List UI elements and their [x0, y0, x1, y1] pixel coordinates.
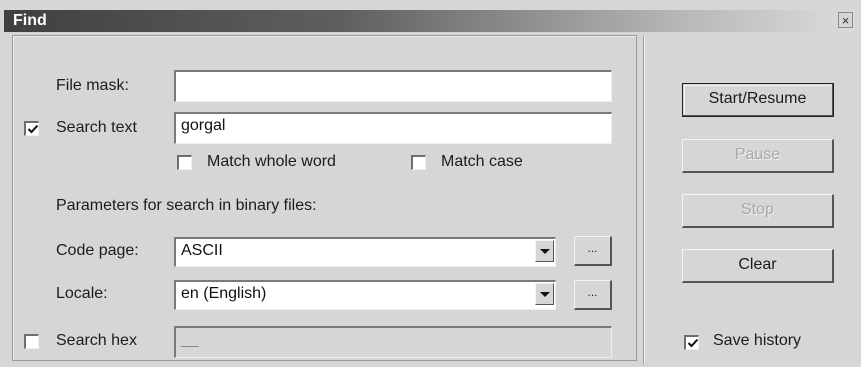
- close-icon: ×: [841, 13, 850, 28]
- code-page-browse-button[interactable]: ...: [574, 236, 612, 266]
- locale-browse-button[interactable]: ...: [574, 280, 612, 310]
- locale-label: Locale:: [56, 285, 108, 302]
- search-text-label: Search text: [56, 119, 137, 136]
- locale-value: en (English): [181, 285, 267, 302]
- code-page-dropdown-button[interactable]: [535, 240, 554, 262]
- save-history-label: Save history: [713, 332, 802, 349]
- search-hex-label: Search hex: [56, 332, 137, 349]
- save-history-checkbox[interactable]: [684, 335, 699, 350]
- title-bar: Find ×: [4, 10, 855, 32]
- panel-divider: [643, 35, 645, 365]
- window-title: Find: [13, 12, 47, 29]
- close-button[interactable]: ×: [838, 12, 853, 28]
- match-case-label: Match case: [441, 153, 523, 170]
- search-hex-checkbox[interactable]: [24, 334, 39, 349]
- pause-button[interactable]: Pause: [682, 139, 834, 173]
- default-button-highlight: [684, 85, 831, 114]
- locale-dropdown-button[interactable]: [535, 283, 554, 305]
- search-text-checkbox[interactable]: [24, 121, 39, 136]
- chevron-down-icon: [540, 292, 550, 297]
- clear-button[interactable]: Clear: [682, 249, 834, 283]
- locale-select[interactable]: en (English): [174, 280, 556, 310]
- match-case-checkbox[interactable]: [411, 155, 426, 170]
- code-page-label: Code page:: [56, 242, 139, 259]
- match-whole-word-checkbox[interactable]: [177, 155, 192, 170]
- file-mask-label: File mask:: [56, 77, 129, 94]
- code-page-select[interactable]: ASCII: [174, 237, 556, 267]
- binary-params-heading: Parameters for search in binary files:: [56, 197, 317, 214]
- search-text-input[interactable]: gorgal: [174, 112, 612, 144]
- chevron-down-icon: [540, 249, 550, 254]
- stop-button[interactable]: Stop: [682, 194, 834, 228]
- check-icon: [27, 124, 39, 134]
- code-page-value: ASCII: [181, 242, 223, 259]
- file-mask-input[interactable]: [174, 70, 612, 102]
- search-hex-input[interactable]: __: [174, 326, 612, 358]
- check-icon: [687, 338, 699, 348]
- match-whole-word-label: Match whole word: [207, 153, 336, 170]
- start-resume-button[interactable]: Start/Resume: [682, 83, 834, 117]
